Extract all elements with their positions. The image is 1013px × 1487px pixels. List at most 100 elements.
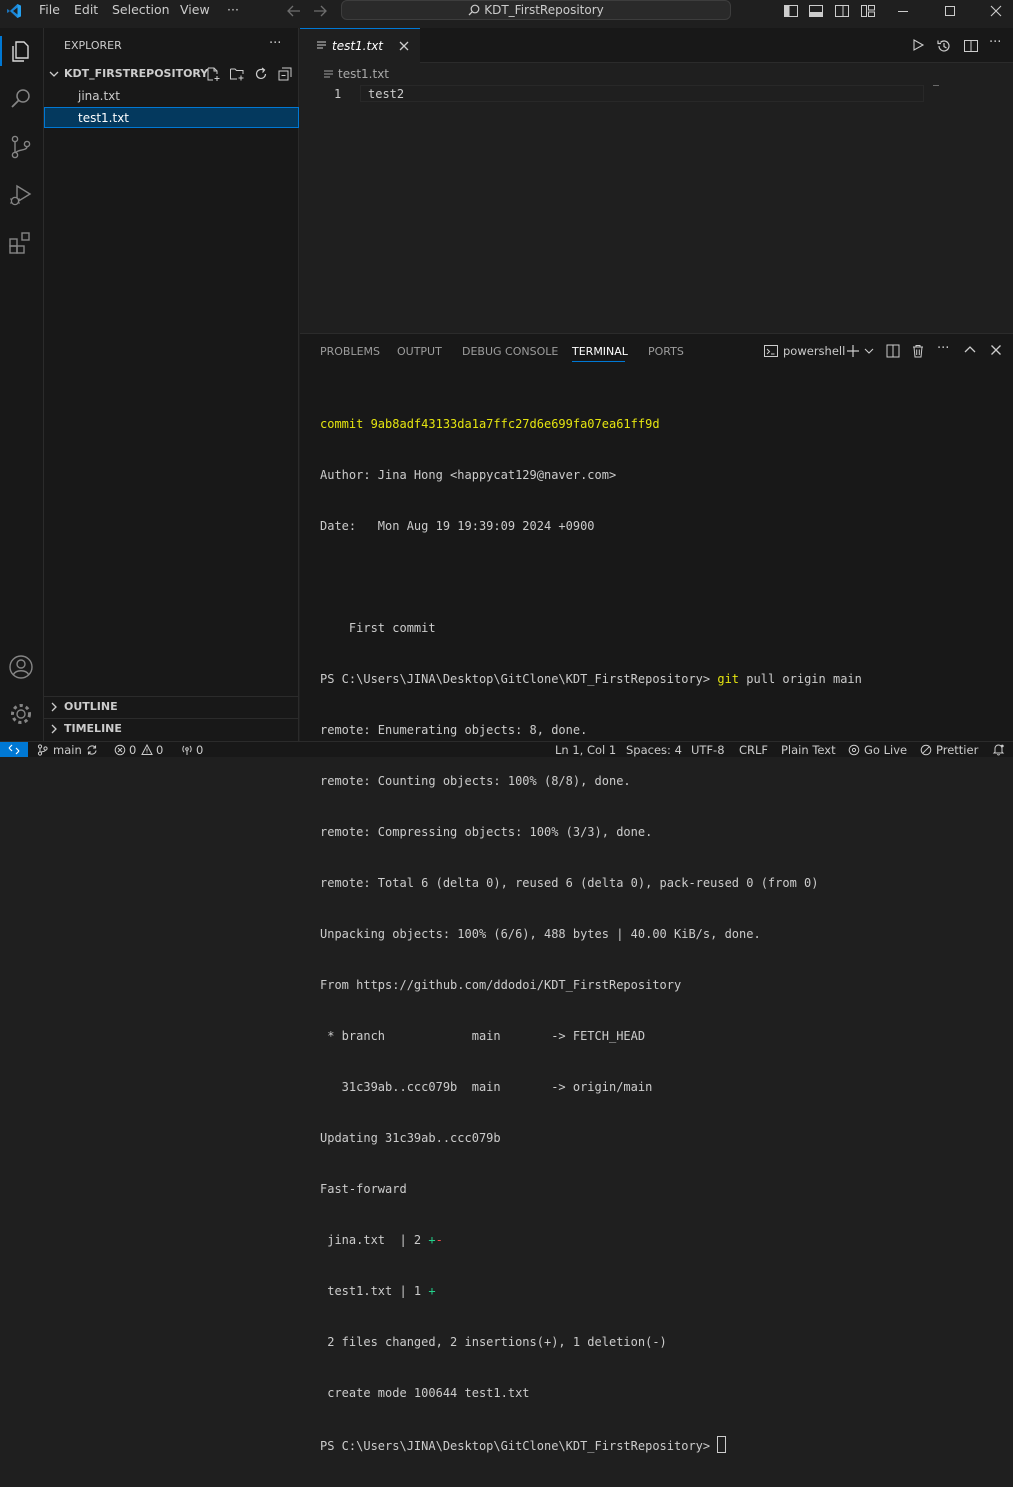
settings-gear-icon[interactable] [6, 699, 36, 729]
file-name: jina.txt [78, 89, 120, 103]
go-live-button[interactable]: Go Live [864, 743, 907, 757]
indentation[interactable]: Spaces: 4 [626, 743, 682, 757]
broadcast-icon [848, 744, 860, 756]
split-terminal-icon[interactable] [886, 344, 900, 358]
tab-terminal[interactable]: TERMINAL [572, 345, 628, 358]
code-line[interactable]: test2 [368, 87, 404, 101]
end-of-line[interactable]: CRLF [739, 743, 768, 757]
refresh-icon[interactable] [253, 66, 269, 82]
close-panel-icon[interactable] [990, 344, 1002, 356]
remote-icon [8, 744, 20, 755]
remote-indicator[interactable] [0, 742, 28, 757]
terminal-line: remote: Enumerating objects: 8, done. [320, 723, 588, 737]
terminal-line: 31c39ab..ccc079b main -> origin/main [320, 1080, 653, 1094]
bottom-panel: PROBLEMS OUTPUT DEBUG CONSOLE TERMINAL P… [300, 333, 1013, 1453]
chevron-down-icon[interactable] [864, 347, 874, 355]
accounts-icon[interactable] [6, 652, 36, 682]
menu-view[interactable]: View [180, 2, 210, 17]
explorer-sidebar: EXPLORER ··· KDT_FIRSTREPOSITORY jina.tx… [44, 28, 299, 741]
terminal-line: PS C:\Users\JINA\Desktop\GitClone\KDT_Fi… [320, 1436, 862, 1453]
back-arrow-icon[interactable] [286, 4, 302, 18]
toggle-sidebar-icon[interactable] [783, 3, 799, 19]
terminal-line: remote: Compressing objects: 100% (3/3),… [320, 825, 653, 839]
menu-edit[interactable]: Edit [74, 2, 98, 17]
activity-bar [0, 28, 44, 741]
maximize-icon[interactable] [942, 3, 958, 19]
editor-more-actions[interactable]: ··· [989, 35, 1001, 50]
cursor-position[interactable]: Ln 1, Col 1 [555, 743, 616, 757]
terminal-output[interactable]: commit 9ab8adf43133da1a7ffc27d6e699fa07e… [320, 382, 862, 1487]
timeline-section[interactable]: TIMELINE [44, 718, 298, 738]
close-tab-icon[interactable] [398, 40, 410, 52]
warning-count[interactable]: 0 [156, 743, 163, 757]
close-window-icon[interactable] [988, 3, 1004, 19]
trash-icon[interactable] [911, 344, 925, 358]
new-file-icon[interactable] [205, 66, 221, 82]
editor-area: test1.txt ··· test1.txt 1 test2 [300, 28, 1013, 333]
chevron-down-icon [49, 69, 59, 79]
branch-name[interactable]: main [53, 743, 82, 757]
run-play-icon[interactable] [911, 38, 925, 52]
terminal-line: Fast-forward [320, 1182, 407, 1196]
search-text: KDT_FirstRepository [484, 3, 604, 17]
folder-header[interactable]: KDT_FIRSTREPOSITORY [44, 65, 298, 83]
menu-file[interactable]: File [39, 2, 60, 17]
timeline-history-icon[interactable] [936, 38, 952, 54]
new-terminal-plus-icon[interactable] [846, 344, 860, 358]
customize-layout-icon[interactable] [860, 3, 876, 19]
collapse-all-icon[interactable] [277, 66, 293, 82]
explorer-more-actions[interactable]: ··· [269, 36, 281, 51]
prettier-button[interactable]: Prettier [936, 743, 978, 757]
editor-tabs: test1.txt ··· [300, 28, 1013, 63]
toggle-secondary-sidebar-icon[interactable] [834, 3, 850, 19]
ports-broadcast-icon [181, 744, 193, 756]
file-item-jina[interactable]: jina.txt [44, 86, 298, 106]
explorer-files-icon[interactable] [6, 36, 36, 66]
new-folder-icon[interactable] [229, 66, 245, 82]
notifications-bell-icon[interactable] [992, 743, 1005, 756]
split-editor-icon[interactable] [963, 38, 979, 54]
file-item-test1-selected[interactable]: test1.txt [44, 107, 299, 128]
search-icon[interactable] [6, 84, 36, 114]
command-center-search[interactable]: KDT_FirstRepository [341, 0, 731, 20]
language-mode[interactable]: Plain Text [781, 743, 836, 757]
minimize-icon[interactable] [895, 3, 911, 19]
prettier-block-icon [920, 744, 932, 756]
vscode-logo-icon [6, 3, 22, 19]
warning-icon [141, 744, 153, 756]
breadcrumb-file[interactable]: test1.txt [338, 67, 389, 81]
menu-more[interactable]: ··· [227, 2, 239, 17]
tab-test1[interactable]: test1.txt [300, 28, 420, 63]
menu-selection[interactable]: Selection [112, 2, 170, 17]
terminal-line: Date: Mon Aug 19 19:39:09 2024 +0900 [320, 519, 595, 533]
outline-label: OUTLINE [64, 700, 118, 713]
terminal-line: Author: Jina Hong <happycat129@naver.com… [320, 468, 617, 482]
active-indicator [0, 36, 2, 66]
tab-problems[interactable]: PROBLEMS [320, 345, 380, 358]
ports-count[interactable]: 0 [196, 743, 203, 757]
sync-icon[interactable] [86, 744, 98, 756]
forward-arrow-icon[interactable] [312, 4, 328, 18]
tab-output[interactable]: OUTPUT [397, 345, 442, 358]
outline-section[interactable]: OUTLINE [44, 696, 298, 716]
current-line-highlight [360, 85, 924, 102]
maximize-panel-chevron-up-icon[interactable] [964, 345, 976, 355]
chevron-right-icon [49, 702, 59, 712]
run-debug-icon[interactable] [6, 180, 36, 210]
toggle-panel-icon[interactable] [808, 3, 824, 19]
title-bar: File Edit Selection View ··· KDT_FirstRe… [0, 0, 1013, 22]
error-count[interactable]: 0 [129, 743, 136, 757]
panel-more-actions[interactable]: ··· [937, 341, 949, 356]
search-icon [468, 4, 480, 16]
tab-debug-console[interactable]: DEBUG CONSOLE [462, 345, 558, 358]
active-tab-underline [572, 361, 625, 362]
source-control-icon[interactable] [6, 132, 36, 162]
terminal-line: remote: Counting objects: 100% (8/8), do… [320, 774, 631, 788]
encoding[interactable]: UTF-8 [691, 743, 725, 757]
extensions-icon[interactable] [6, 228, 36, 258]
terminal-icon [764, 344, 778, 358]
terminal-cursor [717, 1436, 727, 1453]
tab-ports[interactable]: PORTS [648, 345, 684, 358]
shell-name[interactable]: powershell [783, 344, 845, 358]
